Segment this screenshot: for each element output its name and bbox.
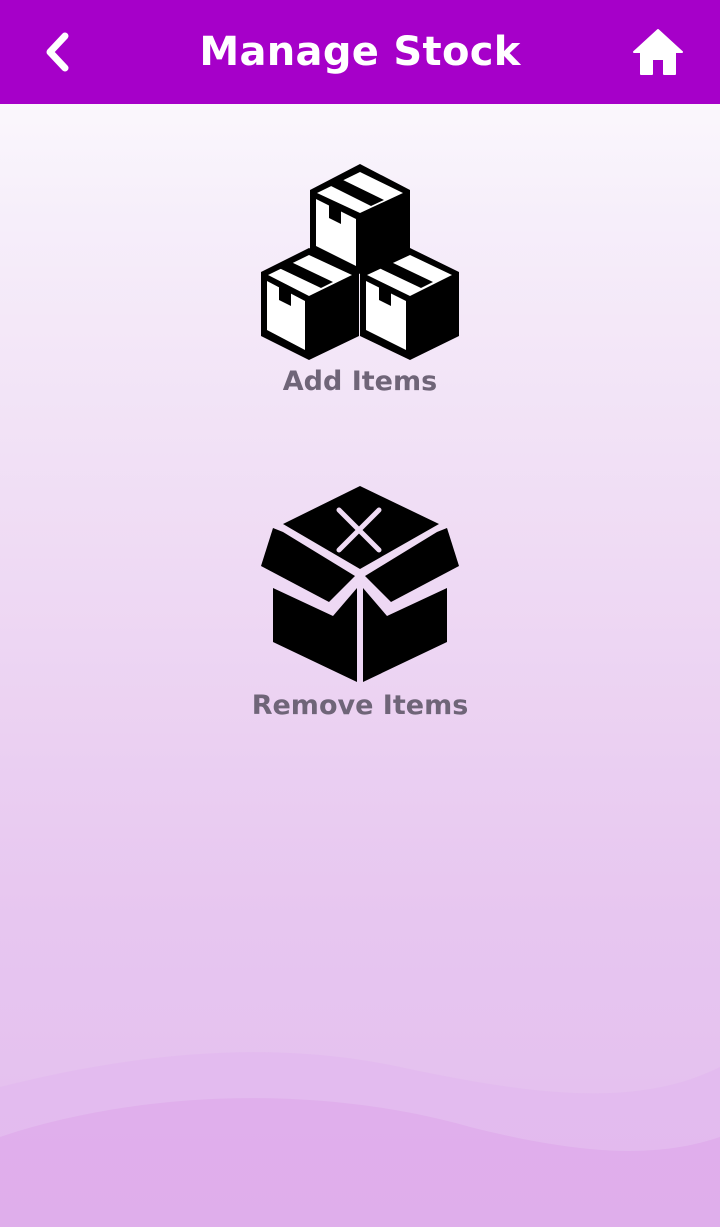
stacked-boxes-icon <box>259 160 461 362</box>
chevron-left-icon <box>46 32 69 72</box>
app-bar: Manage Stock <box>0 0 720 104</box>
box-x-icon <box>259 484 461 686</box>
add-items-label: Add Items <box>282 366 438 397</box>
home-button[interactable] <box>624 18 692 86</box>
page-title: Manage Stock <box>199 29 521 75</box>
remove-items-button[interactable]: Remove Items <box>0 484 720 721</box>
home-icon <box>633 29 683 75</box>
add-items-button[interactable]: Add Items <box>0 160 720 397</box>
back-button[interactable] <box>28 22 88 82</box>
background-wave <box>0 1052 720 1227</box>
remove-items-label: Remove Items <box>251 690 469 721</box>
